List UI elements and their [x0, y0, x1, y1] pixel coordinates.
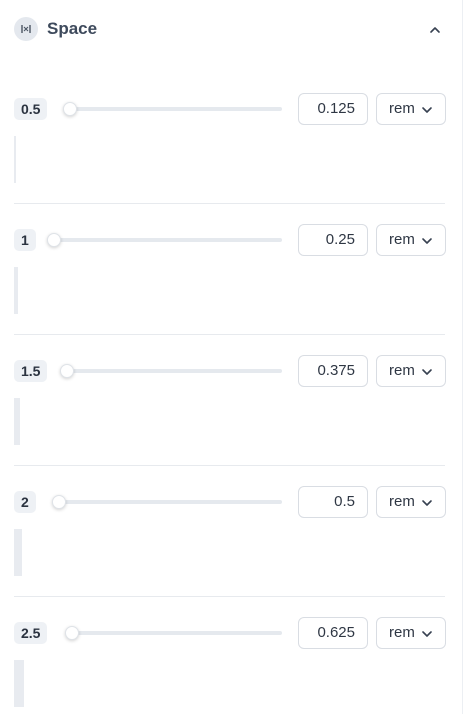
space-row: 1 0.25 rem: [0, 204, 463, 335]
space-row: 1.5 0.375 rem: [0, 335, 463, 466]
space-icon: [14, 17, 38, 41]
space-slider[interactable]: [52, 493, 282, 511]
space-row: 2 0.5 rem: [0, 466, 463, 597]
slider-track: [59, 500, 282, 504]
space-preview-bar: [14, 136, 16, 183]
value-input[interactable]: 0.5: [298, 486, 368, 518]
slider-track: [54, 238, 282, 242]
step-badge: 1.5: [14, 360, 48, 382]
step-badge: 0.5: [14, 98, 48, 120]
space-panel: Space 0.5 0.125 rem 1 0.25 rem 1.5 0.375…: [0, 0, 463, 714]
step-badge: 2: [14, 491, 36, 513]
step-badge: 2.5: [14, 622, 48, 644]
space-row: 2.5 0.625 rem: [0, 597, 463, 728]
slider-thumb[interactable]: [60, 364, 74, 378]
unit-label: rem: [389, 100, 414, 117]
unit-label: rem: [389, 362, 414, 379]
panel-title: Space: [47, 19, 98, 38]
chevron-down-icon: [421, 627, 433, 639]
space-slider[interactable]: [65, 624, 282, 642]
step-badge: 1: [14, 229, 36, 251]
value-input[interactable]: 0.625: [298, 617, 368, 649]
chevron-up-icon[interactable]: [426, 21, 444, 39]
chevron-down-icon: [421, 103, 433, 115]
slider-thumb[interactable]: [65, 626, 79, 640]
chevron-down-icon: [421, 496, 433, 508]
space-preview-bar: [14, 529, 22, 576]
value-input[interactable]: 0.125: [298, 93, 368, 125]
space-preview-bar: [14, 267, 18, 314]
value-input[interactable]: 0.25: [298, 224, 368, 256]
unit-select[interactable]: rem: [376, 617, 446, 649]
unit-label: rem: [389, 493, 414, 510]
chevron-down-icon: [421, 234, 433, 246]
value-input[interactable]: 0.375: [298, 355, 368, 387]
slider-track: [70, 107, 282, 111]
unit-select[interactable]: rem: [376, 355, 446, 387]
slider-thumb[interactable]: [52, 495, 66, 509]
unit-select[interactable]: rem: [376, 224, 446, 256]
unit-label: rem: [389, 231, 414, 248]
space-preview-bar: [14, 660, 24, 707]
slider-track: [67, 369, 282, 373]
space-slider[interactable]: [60, 362, 282, 380]
slider-thumb[interactable]: [47, 233, 61, 247]
space-slider[interactable]: [63, 100, 282, 118]
chevron-down-icon: [421, 365, 433, 377]
space-preview-bar: [14, 398, 20, 445]
space-slider[interactable]: [47, 231, 282, 249]
slider-track: [72, 631, 282, 635]
unit-select[interactable]: rem: [376, 486, 446, 518]
panel-header[interactable]: Space: [0, 0, 463, 60]
unit-label: rem: [389, 624, 414, 641]
space-row: 0.5 0.125 rem: [0, 73, 463, 204]
slider-thumb[interactable]: [63, 102, 77, 116]
unit-select[interactable]: rem: [376, 93, 446, 125]
